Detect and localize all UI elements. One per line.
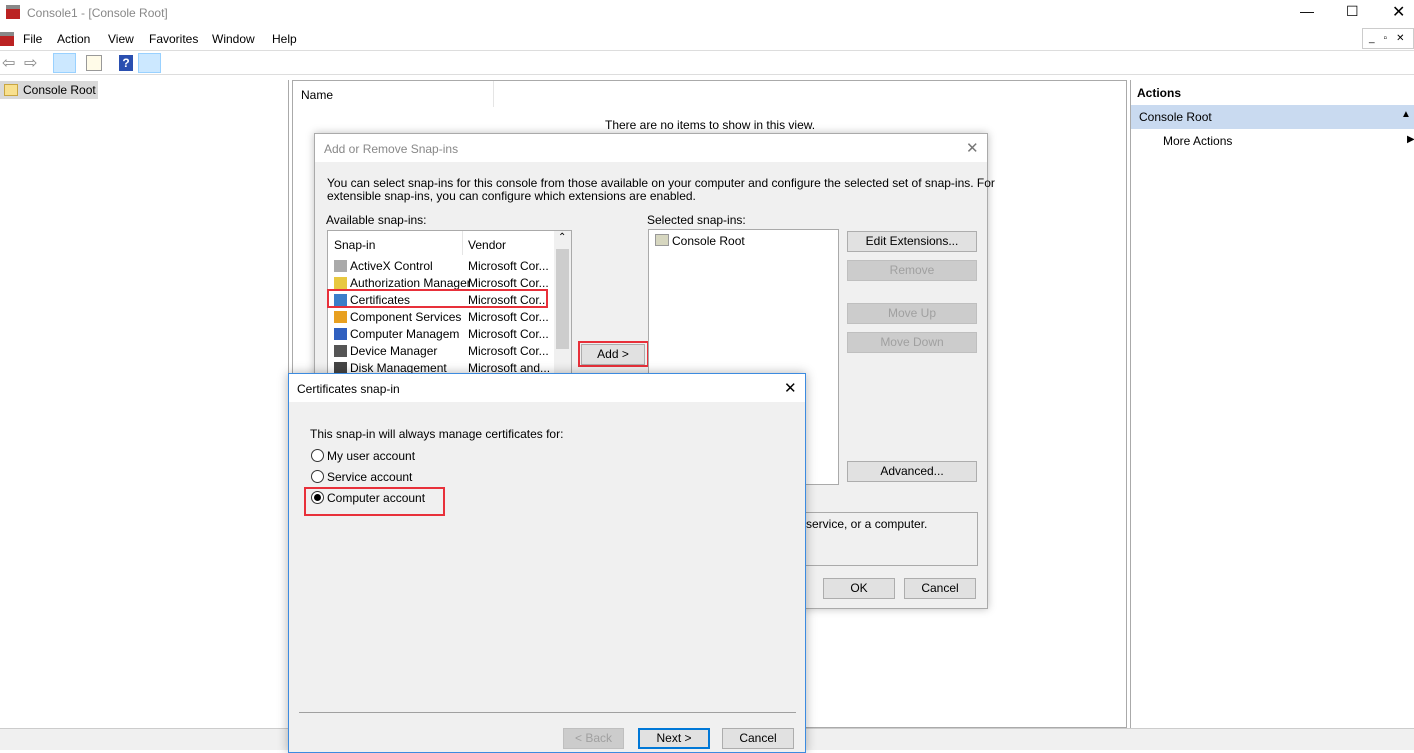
- tree-item-label: Console Root: [23, 83, 96, 97]
- snapin-name: Device Manager: [350, 344, 438, 358]
- certificates-snapin-dialog: Certificates snap-in ✕ This snap-in will…: [288, 373, 806, 753]
- tree-item-console-root[interactable]: Console Root: [0, 81, 98, 99]
- remove-button[interactable]: Remove: [847, 260, 977, 281]
- more-actions-item[interactable]: More Actions: [1163, 134, 1232, 148]
- back-button[interactable]: < Back: [563, 728, 624, 749]
- description-text: You can select snap-ins for this console…: [327, 176, 995, 190]
- collapse-icon[interactable]: ▲: [1401, 109, 1411, 120]
- actions-pane: Actions Console Root ▲ More Actions ▶: [1130, 80, 1414, 728]
- description-box: service, or a computer.: [785, 512, 978, 566]
- export-list-icon[interactable]: [86, 55, 102, 71]
- empty-message: There are no items to show in this view.: [605, 118, 816, 132]
- selected-item[interactable]: Console Root: [672, 234, 745, 248]
- menu-favorites[interactable]: Favorites: [149, 32, 198, 46]
- actions-header: Actions: [1137, 86, 1182, 100]
- dialog-title-bar: Add or Remove Snap-ins ✕: [315, 134, 987, 162]
- maximize-button[interactable]: ☐: [1346, 3, 1359, 20]
- snapin-icon: [334, 328, 347, 340]
- menu-view[interactable]: View: [108, 32, 134, 46]
- forward-icon[interactable]: ⇨: [24, 53, 37, 73]
- folder-icon: [4, 84, 18, 96]
- cancel-button[interactable]: Cancel: [904, 578, 976, 599]
- menu-file[interactable]: File: [23, 32, 42, 46]
- show-hide-tree-icon[interactable]: [53, 53, 76, 73]
- separator: [299, 712, 796, 713]
- snapin-row[interactable]: Device Manager Microsoft Cor...: [328, 343, 553, 360]
- move-up-button[interactable]: Move Up: [847, 303, 977, 324]
- close-icon[interactable]: ✕: [784, 379, 797, 397]
- mmc-doc-icon: [0, 32, 14, 46]
- snapin-vendor: Microsoft Cor...: [468, 344, 549, 358]
- snapin-row[interactable]: Computer Managem Microsoft Cor...: [328, 326, 553, 343]
- submenu-arrow-icon: ▶: [1407, 134, 1414, 145]
- prompt-text: This snap-in will always manage certific…: [310, 427, 564, 441]
- dialog-title: Add or Remove Snap-ins: [324, 142, 459, 156]
- actions-section-console-root[interactable]: Console Root ▲: [1131, 105, 1414, 129]
- folder-icon: [655, 234, 669, 246]
- available-label: Available snap-ins:: [326, 213, 427, 227]
- menu-help[interactable]: Help: [272, 32, 297, 46]
- cancel-button[interactable]: Cancel: [722, 728, 794, 749]
- window-title: Console1 - [Console Root]: [27, 6, 168, 20]
- tree-pane: Console Root: [0, 80, 289, 728]
- back-icon[interactable]: ⇦: [2, 53, 15, 73]
- move-down-button[interactable]: Move Down: [847, 332, 977, 353]
- dialog-title-bar: Certificates snap-in ✕: [289, 374, 805, 402]
- option-label[interactable]: My user account: [327, 449, 415, 463]
- column-label: Name: [301, 88, 334, 102]
- menu-action[interactable]: Action: [57, 32, 90, 46]
- column-header-name[interactable]: Name: [293, 81, 494, 107]
- description-content: service, or a computer.: [806, 517, 928, 531]
- mdi-controls[interactable]: _▫✕: [1362, 28, 1414, 49]
- column-vendor[interactable]: Vendor: [468, 238, 506, 252]
- snapin-icon: [334, 311, 347, 323]
- toolbar: ⇦ ⇨ ?: [0, 52, 1414, 75]
- snapin-vendor: Microsoft Cor...: [468, 310, 549, 324]
- edit-extensions-button[interactable]: Edit Extensions...: [847, 231, 977, 252]
- column-divider: [462, 231, 463, 255]
- snapin-icon: [334, 277, 347, 289]
- scroll-up-icon[interactable]: ⌃: [558, 232, 566, 243]
- snapin-vendor: Microsoft Cor...: [468, 327, 549, 341]
- help-icon[interactable]: ?: [119, 55, 133, 71]
- next-button[interactable]: Next >: [638, 728, 710, 749]
- show-hide-action-pane-icon[interactable]: [138, 53, 161, 73]
- menu-window[interactable]: Window: [212, 32, 255, 46]
- snapin-name: Computer Managem: [350, 327, 460, 341]
- snapin-icon: [334, 345, 347, 357]
- minimize-button[interactable]: —: [1300, 3, 1314, 19]
- close-icon[interactable]: ✕: [966, 139, 979, 157]
- mmc-app-icon: [6, 5, 20, 19]
- radio-service-account[interactable]: [311, 470, 324, 483]
- ok-button[interactable]: OK: [823, 578, 895, 599]
- certificates-highlight: [327, 289, 548, 308]
- snapin-row[interactable]: Component Services Microsoft Cor...: [328, 309, 553, 326]
- option-label[interactable]: Service account: [327, 470, 412, 484]
- scroll-thumb[interactable]: [556, 249, 569, 349]
- dialog-title: Certificates snap-in: [297, 382, 400, 396]
- snapin-row[interactable]: ActiveX Control Microsoft Cor...: [328, 258, 553, 275]
- description-text: extensible snap-ins, you can configure w…: [327, 189, 696, 203]
- snapin-name: Component Services: [350, 310, 462, 324]
- advanced-button[interactable]: Advanced...: [847, 461, 977, 482]
- menu-bar: File Action View Favorites Window Help _…: [0, 27, 1414, 51]
- snapin-icon: [334, 260, 347, 272]
- selected-label: Selected snap-ins:: [647, 213, 746, 227]
- snapin-name: ActiveX Control: [350, 259, 433, 273]
- scrollbar[interactable]: ⌃: [554, 231, 571, 379]
- computer-account-highlight: [304, 487, 445, 516]
- section-label: Console Root: [1139, 110, 1212, 124]
- column-snapin[interactable]: Snap-in: [334, 238, 375, 252]
- title-bar: Console1 - [Console Root] — ☐ ✕: [0, 0, 1414, 26]
- radio-my-user-account[interactable]: [311, 449, 324, 462]
- add-highlight: [578, 341, 649, 367]
- snapin-vendor: Microsoft Cor...: [468, 259, 549, 273]
- snapin-vendor: Microsoft Cor...: [468, 276, 549, 290]
- snapin-name: Authorization Manager: [350, 276, 471, 290]
- close-button[interactable]: ✕: [1392, 2, 1405, 22]
